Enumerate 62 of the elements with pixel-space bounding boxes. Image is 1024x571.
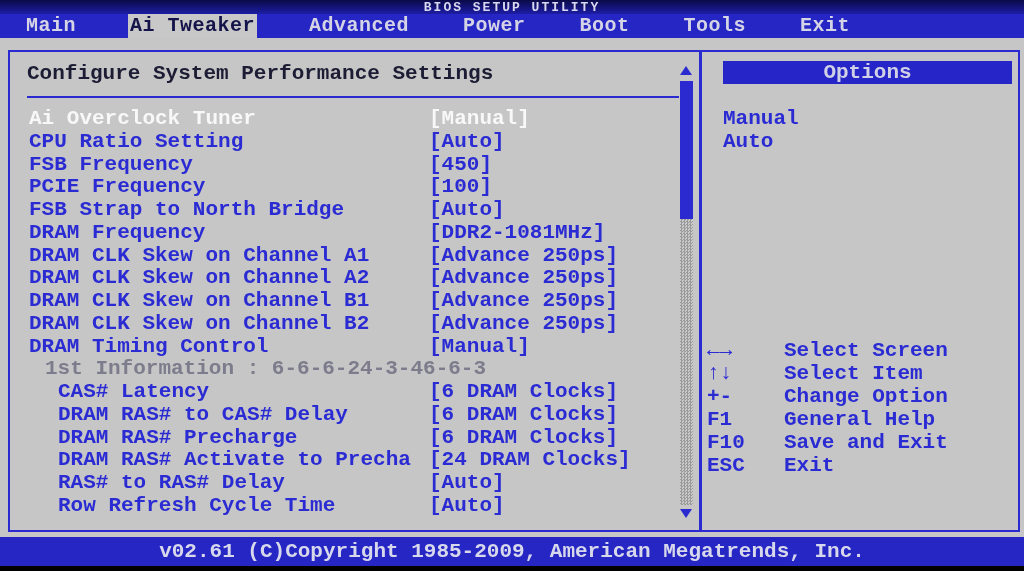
menu-tab[interactable]: Boot — [577, 14, 632, 38]
setting-label[interactable]: RAS# to RAS# Delay — [58, 471, 285, 494]
menu-tab[interactable]: Exit — [798, 14, 853, 38]
key-description: Select Screen — [784, 339, 948, 362]
setting-value[interactable]: [450] — [429, 153, 492, 177]
setting-value[interactable]: [6 DRAM Clocks] — [429, 403, 619, 427]
down-arrow-icon[interactable] — [680, 509, 692, 518]
panel-heading: Configure System Performance Settings — [27, 62, 494, 85]
setting-value[interactable]: [Advance 250ps] — [429, 244, 619, 268]
setting-label[interactable]: FSB Frequency — [29, 152, 193, 176]
setting-label[interactable]: DRAM CLK Skew on Channel B1 — [29, 289, 370, 312]
menu-tab[interactable]: Advanced — [307, 14, 412, 38]
menu-tab[interactable]: Tools — [681, 14, 749, 38]
setting-value[interactable]: [Advance 250ps] — [429, 290, 619, 313]
setting-label[interactable]: Row Refresh Cycle Time — [58, 493, 336, 517]
setting-value[interactable]: [Manual] — [429, 335, 530, 359]
setting-value[interactable]: [100] — [429, 176, 492, 199]
key-description: General Help — [784, 408, 936, 431]
setting-label[interactable]: DRAM CLK Skew on Channel A2 — [29, 266, 370, 290]
key-label: F10 — [707, 431, 745, 454]
key-description: Select Item — [784, 362, 923, 385]
window-title: BIOS SETUP UTILITY — [423, 1, 601, 14]
key-description: Exit — [784, 454, 835, 477]
key-label: F1 — [707, 408, 733, 431]
menu-tab[interactable]: Ai Tweaker — [128, 14, 258, 38]
menu-tab[interactable]: Power — [461, 14, 528, 38]
key-label: ←→ — [707, 339, 733, 362]
setting-value[interactable]: [Advance 250ps] — [429, 312, 619, 336]
setting-label[interactable]: DRAM RAS# Activate to Precha — [58, 448, 411, 472]
setting-value[interactable]: [Auto] — [429, 494, 505, 518]
info-text: 1st Information : 6-6-6-24-3-46-6-3 — [45, 357, 487, 381]
setting-value[interactable]: [Advance 250ps] — [429, 267, 619, 290]
setting-label[interactable]: PCIE Frequency — [29, 175, 206, 199]
setting-label[interactable]: DRAM Timing Control — [29, 334, 269, 358]
key-description: Save and Exit — [784, 431, 948, 454]
setting-label[interactable]: DRAM CLK Skew on Channel B2 — [29, 311, 370, 335]
setting-value[interactable]: [6 DRAM Clocks] — [429, 381, 619, 404]
key-label: ↑↓ — [707, 362, 733, 385]
options-heading: Options — [723, 61, 1012, 84]
setting-label[interactable]: DRAM CLK Skew on Channel A1 — [29, 243, 370, 267]
setting-label[interactable]: DRAM Frequency — [29, 220, 206, 244]
setting-label[interactable]: CAS# Latency — [58, 380, 210, 403]
up-arrow-icon[interactable] — [680, 66, 692, 75]
setting-value[interactable]: [Auto] — [429, 130, 505, 154]
setting-label[interactable]: DRAM RAS# to CAS# Delay — [58, 402, 348, 426]
setting-value[interactable]: [6 DRAM Clocks] — [429, 426, 619, 450]
setting-label[interactable]: DRAM RAS# Precharge — [58, 425, 298, 449]
setting-value[interactable]: [Auto] — [429, 199, 505, 222]
setting-label[interactable]: CPU Ratio Setting — [29, 129, 244, 153]
scrollbar-thumb[interactable] — [679, 81, 693, 219]
setting-label[interactable]: FSB Strap to North Bridge — [29, 198, 345, 221]
key-label: +- — [707, 385, 733, 408]
option-item: Manual — [723, 107, 799, 130]
menu-tab[interactable]: Main — [24, 14, 78, 38]
setting-value[interactable]: [Auto] — [429, 472, 505, 495]
copyright-text: v02.61 (C)Copyright 1985-2009, American Megatrends, Inc. — [159, 539, 865, 565]
setting-value[interactable]: [24 DRAM Clocks] — [429, 449, 631, 472]
setting-value[interactable]: [DDR2-1081MHz] — [429, 221, 606, 245]
scrollbar-track[interactable] — [679, 81, 693, 505]
option-item: Auto — [723, 130, 774, 153]
key-description: Change Option — [784, 385, 948, 408]
key-label: ESC — [707, 454, 745, 477]
